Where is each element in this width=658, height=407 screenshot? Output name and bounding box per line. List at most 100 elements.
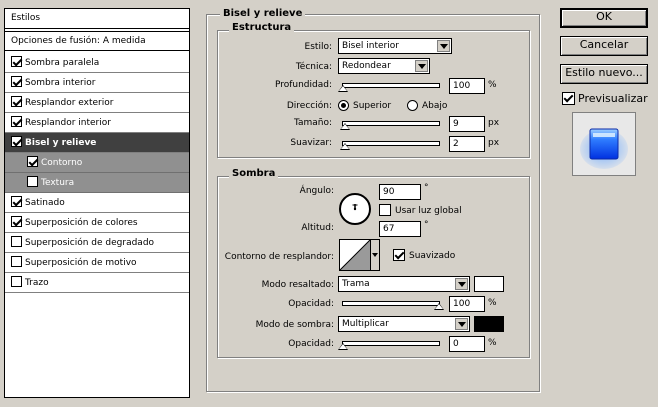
style-item-label: Resplandor interior [25,118,111,128]
slider-thumb-icon[interactable] [434,303,444,310]
size-input[interactable]: 9 [449,116,485,132]
style-item-gradient-overlay[interactable]: Superposición de degradado [5,233,189,253]
direction-up-label: Superior [353,101,392,111]
highlight-opacity-slider[interactable] [342,301,444,310]
antialias-label: Suavizado [409,251,456,261]
angle-dial-icon[interactable] [338,192,372,226]
styles-list: Estilos Opciones de fusión: A medida Som… [4,8,190,398]
style-item-stroke[interactable]: Trazo [5,273,189,293]
size-label: Tamaño: [293,118,332,128]
style-item-checkbox[interactable] [11,116,22,127]
depth-unit: % [488,80,497,90]
preview-swatch-icon [580,128,628,169]
gloss-contour-label: Contorno de resplandor: [224,252,334,262]
shadow-opacity-unit: % [488,338,497,348]
chevron-down-icon [437,40,450,52]
gloss-contour-dropdown[interactable] [370,239,380,271]
ok-button[interactable]: OK [560,8,648,28]
shadow-opacity-label: Opacidad: [288,339,334,349]
style-item-inner-glow[interactable]: Resplandor interior [5,113,189,133]
slider-thumb-icon[interactable] [339,123,350,130]
style-item-label: Satinado [25,198,65,208]
altitude-label: Altitud: [301,223,334,233]
style-item-checkbox[interactable] [11,256,22,267]
style-item-color-overlay[interactable]: Superposición de colores [5,213,189,233]
style-item-inner-shadow[interactable]: Sombra interior [5,73,189,93]
size-slider[interactable] [339,121,440,130]
style-select[interactable]: Bisel interior [338,38,452,54]
style-item-drop-shadow[interactable]: Sombra paralela [5,53,189,73]
direction-down-label: Abajo [422,101,448,111]
preview-label: Previsualizar [578,92,648,105]
direction-up-radio[interactable] [338,100,349,111]
highlight-opacity-label: Opacidad: [288,299,334,309]
global-light-checkbox[interactable] [379,204,391,216]
soften-slider[interactable] [339,141,440,150]
angle-input[interactable]: 90 [379,184,421,200]
preview-checkbox[interactable] [562,92,575,105]
technique-select[interactable]: Redondear [338,58,430,74]
bevel-emboss-title: Bisel y relieve [220,8,306,19]
style-item-satin[interactable]: Satinado [5,193,189,213]
slider-thumb-icon[interactable] [338,343,348,350]
shadow-mode-value: Multiplicar [342,319,389,329]
depth-slider[interactable] [338,83,440,92]
style-item-checkbox[interactable] [11,96,22,107]
new-style-button[interactable]: Estilo nuevo... [560,64,648,84]
highlight-mode-value: Trama [342,279,370,289]
shadow-mode-label: Modo de sombra: [255,320,334,330]
style-item-label: Superposición de colores [25,218,138,228]
depth-input[interactable]: 100 [449,78,485,94]
style-item-label: Bisel y relieve [25,138,97,148]
shadow-opacity-input[interactable]: 0 [449,336,485,352]
style-item-label: Sombra interior [25,78,96,88]
style-preview-thumbnail [572,112,636,176]
shadow-opacity-slider[interactable] [338,341,440,350]
style-item-label: Sombra paralela [25,58,100,68]
style-item-checkbox[interactable] [27,176,38,187]
style-item-checkbox[interactable] [27,156,38,167]
style-item-checkbox[interactable] [11,56,22,67]
highlight-mode-select[interactable]: Trama [338,276,470,292]
chevron-down-icon [372,253,378,257]
style-item-checkbox[interactable] [11,216,22,227]
shadow-mode-select[interactable]: Multiplicar [338,316,470,332]
style-item-label: Trazo [25,278,49,288]
direction-label: Dirección: [286,101,332,111]
cancel-button[interactable]: Cancelar [560,36,648,56]
shadow-color-swatch[interactable] [474,316,504,332]
depth-label: Profundidad: [274,80,332,90]
style-item-checkbox[interactable] [11,196,22,207]
blend-options-item[interactable]: Opciones de fusión: A medida [5,31,189,51]
shading-title: Sombra [229,168,279,179]
style-item-contour[interactable]: Contorno [5,153,189,173]
soften-unit: px [488,138,500,148]
style-item-checkbox[interactable] [11,76,22,87]
size-unit: px [488,118,500,128]
slider-thumb-icon[interactable] [338,85,348,92]
style-item-label: Superposición de degradado [25,238,155,248]
angle-label: Ángulo: [299,186,334,196]
structure-title: Estructura [229,22,295,33]
antialias-checkbox[interactable] [393,249,405,261]
chevron-down-icon [415,60,428,72]
highlight-opacity-unit: % [488,298,497,308]
style-item-bevel-emboss[interactable]: Bisel y relieve [5,133,189,153]
style-item-label: Superposición de motivo [25,258,137,268]
contour-curve-icon [339,239,371,271]
style-item-pattern-overlay[interactable]: Superposición de motivo [5,253,189,273]
soften-input[interactable]: 2 [449,136,485,152]
style-label: Estilo: [304,42,332,52]
style-item-checkbox[interactable] [11,236,22,247]
highlight-color-swatch[interactable] [474,276,504,292]
style-item-label: Resplandor exterior [25,98,114,108]
style-item-checkbox[interactable] [11,276,22,287]
gloss-contour-swatch[interactable] [339,239,371,271]
style-item-outer-glow[interactable]: Resplandor exterior [5,93,189,113]
style-item-checkbox[interactable] [11,136,22,147]
altitude-input[interactable]: 67 [379,221,421,237]
style-item-texture[interactable]: Textura [5,173,189,193]
slider-thumb-icon[interactable] [339,143,350,150]
highlight-opacity-input[interactable]: 100 [449,296,485,312]
direction-down-radio[interactable] [407,100,418,111]
